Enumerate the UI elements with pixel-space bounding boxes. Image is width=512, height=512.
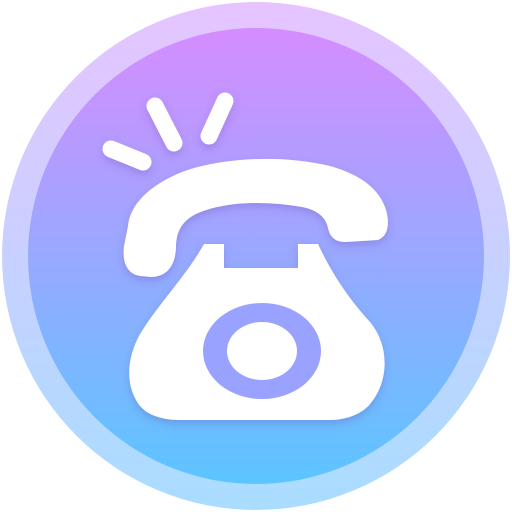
- ring-line-left: [102, 140, 152, 171]
- telephone-icon-graphic: [2, 2, 510, 510]
- phone-app-icon[interactable]: [0, 0, 512, 512]
- dial-center: [227, 322, 297, 380]
